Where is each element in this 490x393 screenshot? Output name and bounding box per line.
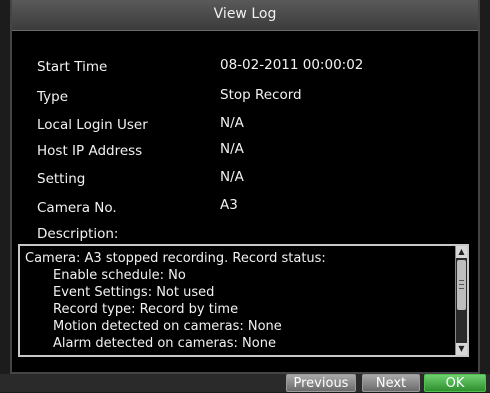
description-line: Enable schedule: No <box>53 268 186 283</box>
description-line: Alarm detected on cameras: None <box>53 336 276 351</box>
description-label: Description: <box>37 226 119 242</box>
screen: View Log Start Time 08-02-2011 00:00:02 … <box>0 0 490 392</box>
camera-no-value: A3 <box>220 197 238 213</box>
type-label: Type <box>37 89 69 105</box>
scroll-down-icon[interactable]: ▼ <box>456 343 467 355</box>
grip-line <box>459 280 464 281</box>
camera-no-label: Camera No. <box>37 200 117 216</box>
previous-button[interactable]: Previous <box>286 374 356 392</box>
local-login-user-value: N/A <box>220 115 244 131</box>
grip-line <box>459 284 464 285</box>
setting-value: N/A <box>220 169 244 185</box>
title-bar: View Log <box>12 0 478 31</box>
description-scrollbar[interactable]: ▲ ▼ <box>455 246 467 355</box>
host-ip-address-value: N/A <box>220 141 244 157</box>
host-ip-address-label: Host IP Address <box>37 143 143 159</box>
local-login-user-label: Local Login User <box>37 117 148 133</box>
ok-button[interactable]: OK <box>424 374 486 392</box>
scroll-thumb[interactable] <box>457 260 466 310</box>
type-value: Stop Record <box>220 87 302 103</box>
grip-line <box>459 288 464 289</box>
description-line: Record type: Record by time <box>53 302 239 317</box>
scroll-up-icon[interactable]: ▲ <box>456 246 467 258</box>
start-time-value: 08-02-2011 00:00:02 <box>220 57 364 73</box>
description-line: Event Settings: Not used <box>53 285 215 300</box>
description-textbox[interactable]: Camera: A3 stopped recording. Record sta… <box>18 244 469 357</box>
setting-label: Setting <box>37 171 86 187</box>
description-text: Camera: A3 stopped recording. Record sta… <box>25 250 445 352</box>
description-line: Camera: A3 stopped recording. Record sta… <box>25 251 326 266</box>
description-line: Motion detected on cameras: None <box>53 319 282 334</box>
next-button[interactable]: Next <box>362 374 420 392</box>
start-time-label: Start Time <box>37 59 108 75</box>
dialog-title: View Log <box>213 6 277 22</box>
